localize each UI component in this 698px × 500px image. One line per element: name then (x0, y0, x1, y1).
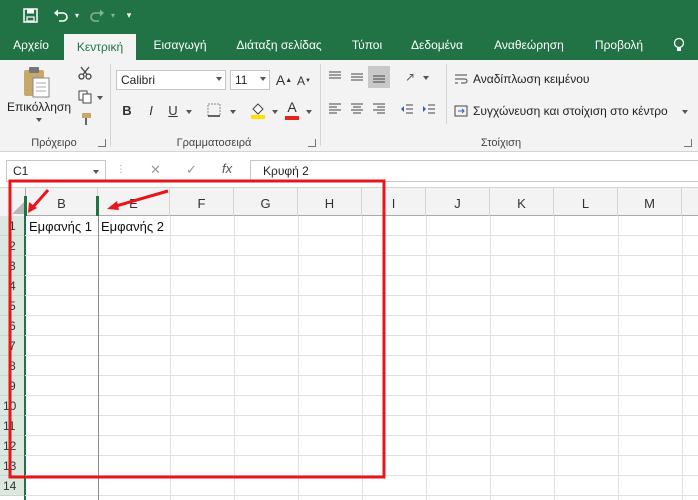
annotation-arrow-right (115, 189, 169, 208)
annotation-box (8, 179, 386, 479)
annotation-overlay (8, 179, 386, 479)
annotation-arrow-left (31, 189, 50, 208)
annotation-arrowhead-right (107, 201, 119, 210)
